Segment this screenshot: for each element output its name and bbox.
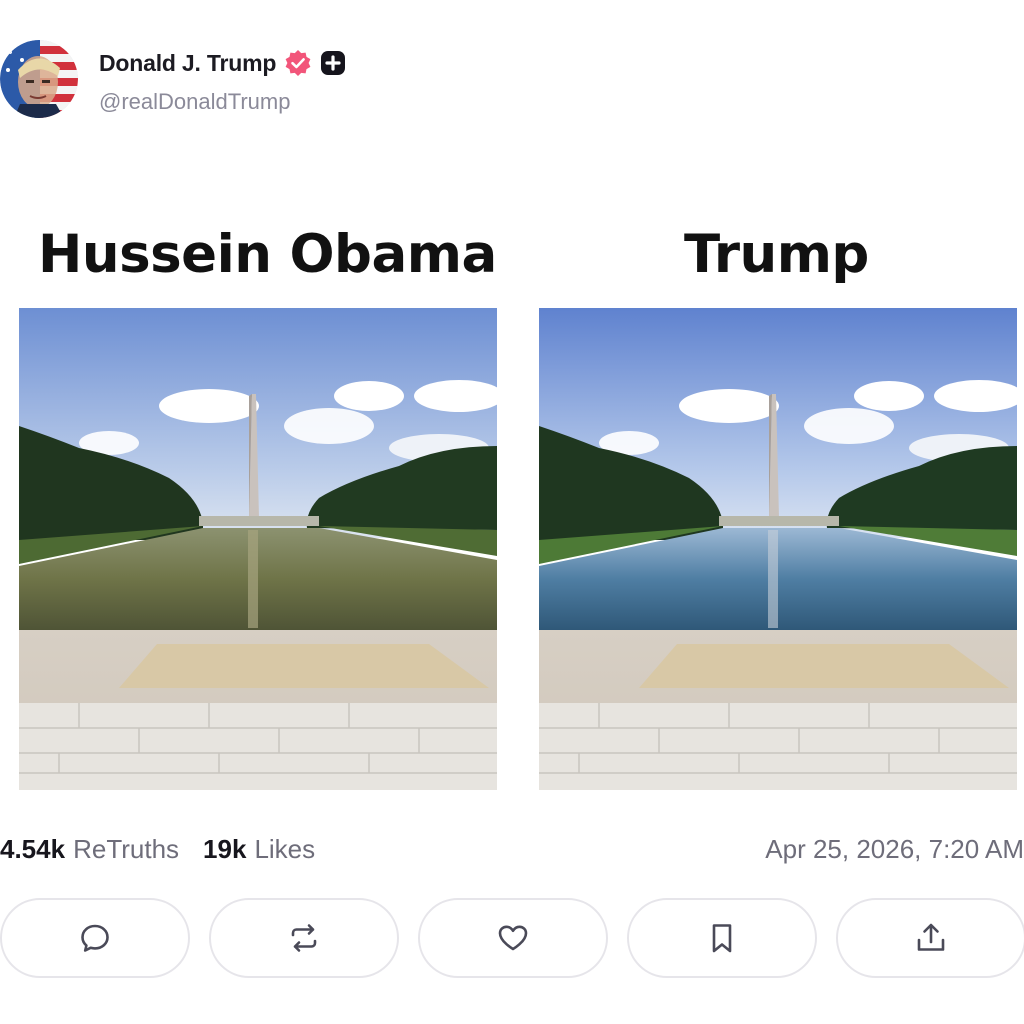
avatar[interactable]: [0, 40, 78, 118]
reflecting-pool-murky-photo: [19, 308, 497, 790]
reflecting-pool-clean-photo: [539, 308, 1017, 790]
post-timestamp[interactable]: Apr 25, 2026, 7:20 AM: [765, 834, 1024, 865]
bookmark-button[interactable]: [627, 898, 817, 978]
left-image-caption: Hussein Obama: [38, 224, 497, 285]
heart-icon: [498, 925, 528, 951]
share-button[interactable]: [836, 898, 1024, 978]
author-row: Donald J. Trump: [99, 47, 346, 79]
action-bar: [0, 898, 1024, 978]
verified-badge-icon: [284, 49, 312, 77]
author-display-name[interactable]: Donald J. Trump: [99, 50, 276, 77]
plus-badge-icon: [320, 50, 346, 76]
likes-label[interactable]: Likes: [254, 834, 315, 865]
retruths-label[interactable]: ReTruths: [73, 834, 179, 865]
author-handle[interactable]: @realDonaldTrump: [99, 89, 290, 115]
reply-button[interactable]: [0, 898, 190, 978]
retruths-count[interactable]: 4.54k: [0, 834, 65, 865]
comment-icon: [81, 924, 109, 952]
post-image[interactable]: Hussein Obama Trump: [0, 210, 1024, 800]
share-icon: [917, 923, 945, 951]
bookmark-icon: [712, 924, 732, 953]
retruth-button[interactable]: [209, 898, 399, 978]
likes-count[interactable]: 19k: [203, 834, 246, 865]
right-image-caption: Trump: [684, 224, 869, 285]
post-stats: 4.54k ReTruths 19k Likes: [0, 834, 315, 868]
like-button[interactable]: [418, 898, 608, 978]
repost-icon: [291, 924, 317, 952]
